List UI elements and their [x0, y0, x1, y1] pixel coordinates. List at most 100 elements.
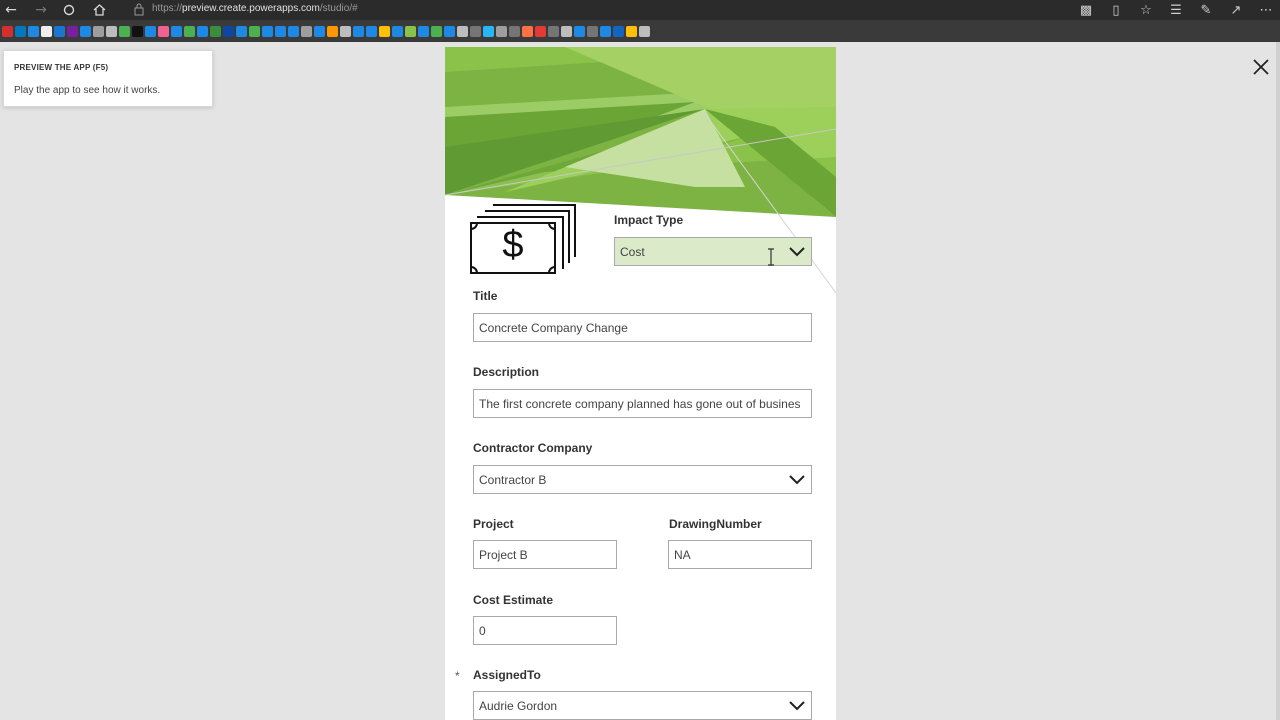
- favorite-globe-icon[interactable]: [223, 25, 234, 37]
- web-note-icon[interactable]: ✎: [1198, 2, 1214, 18]
- favorite-windows-icon[interactable]: [327, 25, 338, 37]
- favorite-star-icon[interactable]: [639, 25, 650, 37]
- favorite-loop-icon[interactable]: [470, 25, 481, 37]
- reading-view-icon[interactable]: ▩: [1078, 2, 1094, 18]
- favorite-link-icon[interactable]: [275, 25, 286, 37]
- url-host: preview.create.powerapps.com: [182, 3, 320, 14]
- description-input[interactable]: The first concrete company planned has g…: [473, 389, 812, 418]
- favorite-chart-icon[interactable]: [301, 25, 312, 37]
- tooltip-text: Play the app to see how it works.: [14, 85, 161, 96]
- drawing-number-label: DrawingNumber: [669, 517, 762, 531]
- url-path: /studio/#: [319, 3, 358, 14]
- favorite-loop-icon[interactable]: [509, 25, 520, 37]
- favorite-star-icon[interactable]: [561, 25, 572, 37]
- favorite-windows-icon[interactable]: [184, 25, 195, 37]
- description-label: Description: [473, 365, 540, 379]
- favorite-blogger-icon[interactable]: [522, 25, 533, 37]
- favorite-m-icon[interactable]: [132, 25, 143, 37]
- favorite-ol-icon[interactable]: [41, 25, 52, 37]
- favorite-loop-icon[interactable]: [587, 25, 598, 37]
- favorite-youtube-icon[interactable]: [2, 25, 13, 37]
- favorite-link-icon[interactable]: [600, 25, 611, 37]
- url-field[interactable]: https://preview.create.powerapps.com/stu…: [152, 2, 358, 16]
- title-input[interactable]: Concrete Company Change: [473, 313, 812, 342]
- favorite-link-icon[interactable]: [197, 25, 208, 37]
- favorite-chart-icon[interactable]: [93, 25, 104, 37]
- more-icon[interactable]: ⋯: [1258, 2, 1274, 18]
- favorite-link-icon[interactable]: [366, 25, 377, 37]
- url-prefix: https://: [152, 3, 183, 14]
- favorite-office-icon[interactable]: [535, 25, 546, 37]
- drawing-number-value: NA: [674, 547, 691, 562]
- impact-type-label: Impact Type: [614, 213, 684, 227]
- favorite-link-icon[interactable]: [418, 25, 429, 37]
- favorite-link-icon[interactable]: [392, 25, 403, 37]
- cost-estimate-value: 0: [479, 623, 486, 638]
- cost-estimate-input[interactable]: 0: [473, 616, 617, 645]
- chevron-down-icon[interactable]: [789, 246, 805, 257]
- favorite-link-icon[interactable]: [288, 25, 299, 37]
- favorite-link-icon[interactable]: [444, 25, 455, 37]
- favorite-excel-icon[interactable]: [210, 25, 221, 37]
- favorite-link-icon[interactable]: [574, 25, 585, 37]
- favorite-loop-icon[interactable]: [548, 25, 559, 37]
- tooltip-title: PREVIEW THE APP (F5): [14, 63, 109, 72]
- drawing-number-input[interactable]: NA: [668, 540, 812, 569]
- assigned-to-dropdown[interactable]: Audrie Gordon: [473, 691, 812, 720]
- favorite-link-icon[interactable]: [314, 25, 325, 37]
- required-asterisk: *: [455, 669, 460, 683]
- project-label: Project: [473, 517, 514, 531]
- back-icon[interactable]: ←: [0, 0, 22, 20]
- favorite-windows-icon[interactable]: [119, 25, 130, 37]
- chevron-down-icon[interactable]: [789, 700, 805, 711]
- browser-actions: ▩ ▯ ☆ ☰ ✎ ↗ ⋯: [1078, 0, 1274, 20]
- favorite-link-icon[interactable]: [353, 25, 364, 37]
- text-cursor-icon: [768, 248, 774, 266]
- favorite-link-icon[interactable]: [80, 25, 91, 37]
- scrollbar[interactable]: [1276, 42, 1280, 720]
- project-value: Project B: [479, 547, 528, 562]
- tab-preview-icon[interactable]: ▯: [1108, 2, 1124, 18]
- favorite-windows-icon[interactable]: [249, 25, 260, 37]
- favorite-windows-icon[interactable]: [626, 25, 637, 37]
- money-bills-icon: $: [470, 204, 576, 274]
- home-icon[interactable]: [88, 0, 110, 20]
- favorite-chart-icon[interactable]: [496, 25, 507, 37]
- favorite-windows-icon[interactable]: [379, 25, 390, 37]
- favorite-onenote-icon[interactable]: [67, 25, 78, 37]
- contractor-company-value: Contractor B: [479, 472, 547, 487]
- hub-icon[interactable]: ☰: [1168, 2, 1184, 18]
- favorite-star-icon[interactable]: [340, 25, 351, 37]
- favorites-bar: [0, 20, 1280, 42]
- favorite-circle-icon[interactable]: [158, 25, 169, 37]
- favorite-link-icon[interactable]: [236, 25, 247, 37]
- impact-type-dropdown[interactable]: Cost: [614, 237, 812, 266]
- favorite-star-icon[interactable]: ☆: [1138, 2, 1154, 18]
- share-icon[interactable]: ↗: [1228, 2, 1244, 18]
- forward-icon[interactable]: →: [30, 0, 52, 20]
- svg-text:$: $: [502, 224, 523, 266]
- favorite-star-icon[interactable]: [106, 25, 117, 37]
- description-value: The first concrete company planned has g…: [479, 396, 801, 411]
- favorite-skype-icon[interactable]: [483, 25, 494, 37]
- chevron-down-icon[interactable]: [789, 474, 805, 485]
- close-icon[interactable]: [1250, 56, 1272, 78]
- favorite-mail-icon[interactable]: [28, 25, 39, 37]
- favorite-yammer-icon[interactable]: [613, 25, 624, 37]
- favorite-trello-icon[interactable]: [15, 25, 26, 37]
- favorite-link-icon[interactable]: [262, 25, 273, 37]
- project-input[interactable]: Project B: [473, 540, 617, 569]
- favorite-edge-icon[interactable]: [145, 25, 156, 37]
- favorite-box-icon[interactable]: [405, 25, 416, 37]
- assigned-to-label: AssignedTo: [473, 668, 541, 682]
- preview-tooltip: PREVIEW THE APP (F5) Play the app to see…: [3, 50, 213, 107]
- refresh-icon[interactable]: [58, 0, 80, 20]
- title-label: Title: [473, 289, 498, 303]
- assigned-to-value: Audrie Gordon: [479, 698, 558, 713]
- impact-type-value: Cost: [620, 244, 645, 259]
- favorite-star-icon[interactable]: [457, 25, 468, 37]
- contractor-company-dropdown[interactable]: Contractor B: [473, 465, 812, 494]
- favorite-windows-icon[interactable]: [431, 25, 442, 37]
- favorite-link-icon[interactable]: [171, 25, 182, 37]
- favorite-onedrive-icon[interactable]: [54, 25, 65, 37]
